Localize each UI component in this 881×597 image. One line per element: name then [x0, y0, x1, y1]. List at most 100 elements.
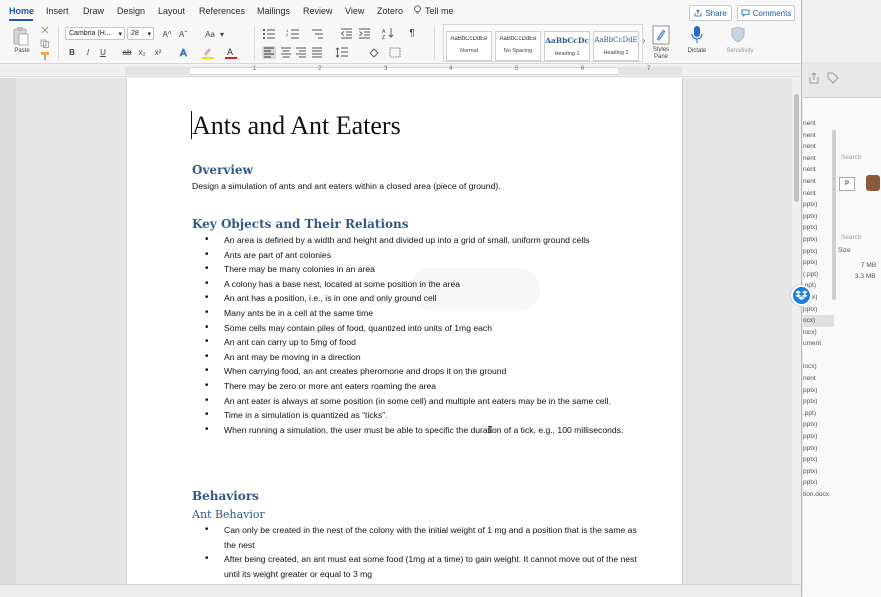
chevron-right-icon[interactable]: › [641, 34, 647, 46]
cut-icon[interactable] [40, 26, 50, 35]
size-column-header[interactable]: Size [838, 247, 851, 254]
grow-font-button[interactable]: A^ [160, 28, 174, 40]
horizontal-ruler[interactable]: 1 2 3 4 5 6 7 [0, 65, 801, 77]
tab-design[interactable]: Design [117, 6, 145, 16]
change-case-button[interactable]: Aa [201, 28, 219, 40]
align-center-icon[interactable] [280, 47, 292, 58]
file-item[interactable]: pptx) [803, 222, 834, 234]
ruler-track [125, 67, 682, 75]
file-item[interactable]: (.ppt) [803, 269, 834, 281]
chevron-down-icon[interactable]: ▾ [219, 28, 225, 40]
tab-draw[interactable]: Draw [83, 6, 104, 16]
file-item[interactable] [803, 350, 834, 362]
file-item[interactable]: ocx) [803, 315, 834, 327]
tab-view[interactable]: View [345, 6, 364, 16]
font-size-dropdown[interactable]: 28 ▾ [127, 27, 154, 40]
decrease-indent-icon[interactable] [340, 28, 353, 39]
file-item[interactable]: pptx) [803, 234, 834, 246]
status-bar [0, 584, 801, 597]
file-item[interactable]: pptx) [803, 431, 834, 443]
justify-icon[interactable] [311, 47, 323, 58]
bullets-icon[interactable] [262, 28, 276, 39]
show-formatting-marks-button[interactable]: ¶ [406, 27, 418, 39]
tab-layout[interactable]: Layout [158, 6, 185, 16]
file-item[interactable]: nent [803, 176, 834, 188]
paste-icon[interactable] [12, 26, 30, 46]
file-item[interactable]: nent [803, 130, 834, 142]
file-item[interactable]: .ppt) [803, 408, 834, 420]
shading-icon[interactable] [368, 47, 382, 58]
file-item[interactable]: tion.docx [803, 489, 834, 501]
borders-icon[interactable] [389, 47, 403, 58]
file-item[interactable]: nent [803, 141, 834, 153]
file-item[interactable]: pptx) [803, 211, 834, 223]
strikethrough-button[interactable]: ab [121, 46, 133, 58]
tab-references[interactable]: References [199, 6, 245, 16]
tag-icon[interactable] [827, 72, 839, 84]
finder-scrollbar-thumb[interactable] [832, 130, 836, 300]
comments-button[interactable]: Comments [737, 5, 795, 21]
increase-indent-icon[interactable] [358, 28, 371, 39]
style-heading-1[interactable]: AaBbCcDc Heading 1 [544, 31, 590, 61]
tab-zotero[interactable]: Zotero [377, 6, 403, 16]
share-button[interactable]: Share [689, 5, 732, 21]
styles-pane-icon[interactable] [652, 25, 670, 45]
format-painter-icon[interactable] [40, 51, 52, 61]
file-item[interactable]: nent [803, 118, 834, 130]
scrollbar-thumb[interactable] [794, 94, 799, 202]
tab-mailings[interactable]: Mailings [257, 6, 290, 16]
file-item[interactable]: pptx) [803, 396, 834, 408]
dropbox-icon[interactable] [791, 285, 812, 306]
style-no-spacing[interactable]: AaBbCcDdEe No Spacing [495, 31, 541, 61]
subscript-button[interactable]: x₂ [136, 46, 148, 58]
file-item[interactable]: ument [803, 338, 834, 350]
sort-icon[interactable]: AZ [382, 27, 394, 39]
file-item[interactable]: nent [803, 153, 834, 165]
highlight-icon[interactable] [201, 46, 215, 59]
document-page[interactable]: Ants and Ant Eaters Overview Design a si… [126, 78, 683, 584]
multilevel-list-icon[interactable] [310, 28, 324, 39]
finder-search-label[interactable]: Search [841, 154, 862, 161]
file-item[interactable]: nent [803, 373, 834, 385]
file-item[interactable]: nent [803, 164, 834, 176]
underline-button[interactable]: U [97, 46, 109, 58]
share-icon[interactable] [809, 72, 819, 84]
tell-me-search[interactable]: Tell me [425, 6, 454, 16]
line-spacing-icon[interactable] [335, 47, 349, 58]
style-sample: AaBbCcDdE [594, 36, 638, 44]
dictate-label: Dictate [687, 48, 707, 54]
file-item[interactable]: pptx) [803, 419, 834, 431]
file-item[interactable]: nent [803, 188, 834, 200]
bold-button[interactable]: B [66, 46, 78, 58]
shrink-font-button[interactable]: Aˇ [176, 28, 190, 40]
style-heading-2[interactable]: AaBbCcDdE Heading 2 [593, 31, 639, 61]
tab-home[interactable]: Home [9, 6, 34, 16]
numbering-icon[interactable]: 12 [286, 28, 300, 39]
finder-search-label[interactable]: Search [841, 234, 862, 241]
align-left-icon[interactable] [263, 47, 275, 58]
file-item[interactable]: pptx) [803, 454, 834, 466]
file-item[interactable]: pptx) [803, 246, 834, 258]
file-item[interactable]: pptx) [803, 304, 834, 316]
file-item[interactable]: pptx) [803, 443, 834, 455]
file-item[interactable]: pptx) [803, 199, 834, 211]
style-normal[interactable]: AaBbCcDdEe Normal [446, 31, 492, 61]
file-item[interactable]: pptx) [803, 257, 834, 269]
file-item[interactable]: pptx) [803, 477, 834, 489]
font-name-dropdown[interactable]: Cambria (H... ▾ [65, 27, 125, 40]
file-item[interactable]: locx) [803, 327, 834, 339]
sensitivity-icon[interactable] [729, 26, 749, 44]
superscript-button[interactable]: x² [152, 46, 164, 58]
font-color-icon[interactable]: A [224, 46, 238, 59]
text-effects-icon[interactable]: A [178, 46, 192, 59]
align-right-icon[interactable] [295, 47, 307, 58]
file-item[interactable]: pptx) [803, 385, 834, 397]
file-item[interactable]: locx) [803, 361, 834, 373]
tab-insert[interactable]: Insert [46, 6, 69, 16]
tab-review[interactable]: Review [303, 6, 333, 16]
vertical-scrollbar[interactable] [792, 78, 801, 584]
copy-icon[interactable] [40, 39, 50, 48]
file-item[interactable]: pptx) [803, 466, 834, 478]
microphone-icon[interactable] [690, 25, 704, 45]
italic-button[interactable]: I [82, 46, 94, 58]
